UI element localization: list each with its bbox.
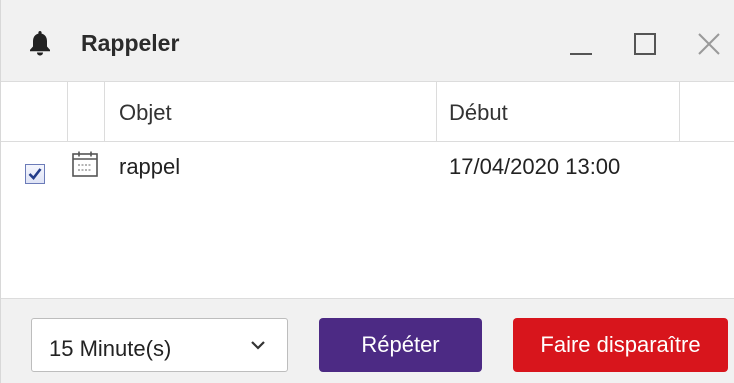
title-bar: Rappeler [1, 0, 734, 82]
calendar-icon [72, 151, 98, 177]
close-icon[interactable] [695, 30, 723, 58]
row-start-time: 17/04/2020 13:00 [449, 154, 621, 179]
grid-header: Objet Début [1, 82, 734, 142]
chevron-down-icon[interactable] [249, 338, 267, 352]
column-separator[interactable] [67, 82, 68, 141]
column-separator[interactable] [679, 82, 680, 141]
minimize-icon[interactable] [567, 30, 595, 58]
snooze-button[interactable]: Répéter [319, 318, 482, 372]
column-header-subject[interactable]: Objet [119, 100, 172, 126]
bell-icon [30, 31, 50, 56]
column-separator[interactable] [104, 82, 105, 141]
snooze-duration-value: 15 Minute(s) [49, 336, 172, 361]
dismiss-button[interactable]: Faire disparaître [513, 318, 728, 372]
window-title: Rappeler [81, 30, 180, 56]
maximize-icon[interactable] [631, 30, 659, 58]
row-checkbox[interactable] [25, 164, 45, 184]
reminder-window: Rappeler Objet Début rappel 17/04/2020 1… [0, 0, 734, 383]
row-subject: rappel [119, 154, 181, 179]
column-separator[interactable] [436, 82, 437, 141]
checkmark-icon [28, 168, 42, 180]
table-row[interactable] [1, 142, 734, 198]
column-header-start[interactable]: Début [449, 100, 508, 126]
